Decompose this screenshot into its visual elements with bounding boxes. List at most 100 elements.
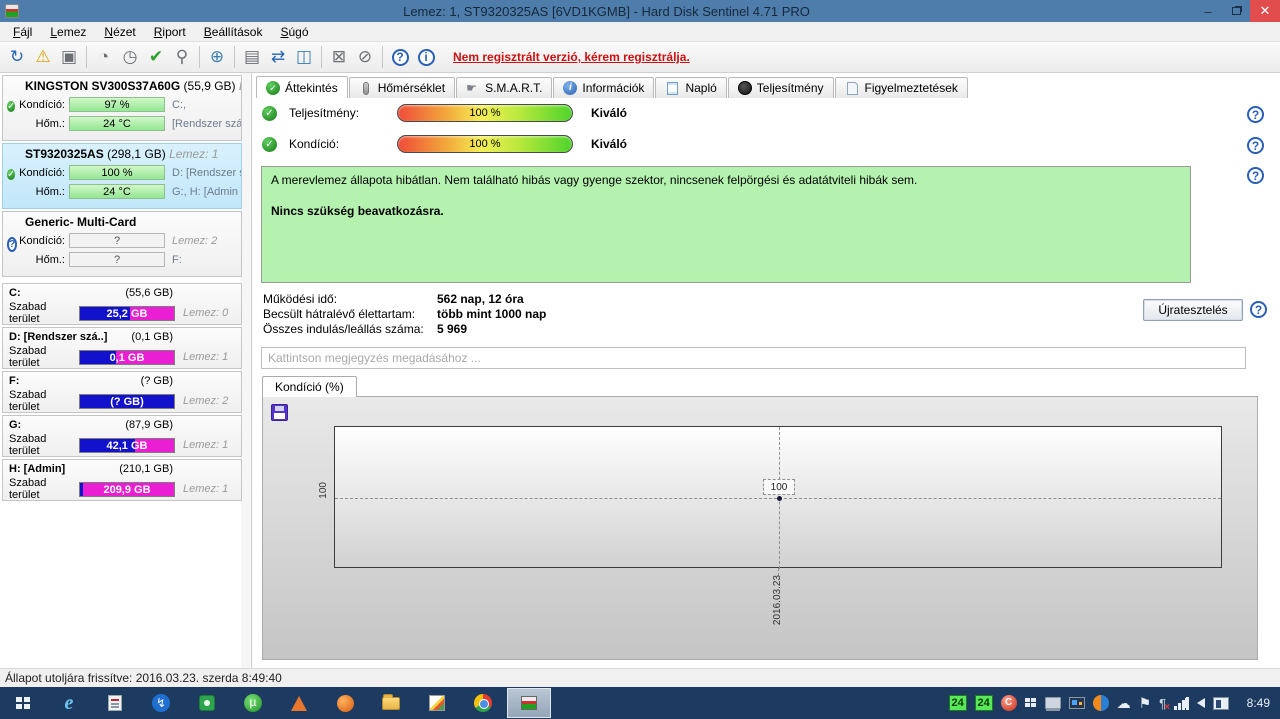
volume-list: D: [Rendszer s bbox=[172, 166, 241, 179]
disk-name: KINGSTON SV300S37A60G bbox=[25, 79, 181, 93]
help-icon[interactable]: ? bbox=[1247, 106, 1264, 123]
flag-tray-icon[interactable]: ⚑ bbox=[1139, 695, 1152, 711]
disk-search-icon[interactable]: ⚲ bbox=[169, 45, 195, 69]
taskbar-pdf-app[interactable] bbox=[92, 687, 138, 719]
display-settings-tray-icon[interactable] bbox=[1068, 697, 1085, 709]
taskbar-vlc[interactable] bbox=[276, 687, 322, 719]
taskbar-bolt-app[interactable]: ↯ bbox=[138, 687, 184, 719]
health-action-text: Nincs szükség beavatkozásra. bbox=[271, 204, 444, 218]
partition-size: (0,1 GB) bbox=[131, 331, 173, 343]
network-disk-icon[interactable]: ⊕ bbox=[204, 45, 230, 69]
menu-view[interactable]: Nézet bbox=[95, 23, 144, 41]
check-circle-icon: ✓ bbox=[262, 136, 277, 152]
taskbar: e ↯ µ 24 24 C ☁ ⚑ ¶ 8:49 bbox=[0, 687, 1280, 719]
taskbar-chrome[interactable] bbox=[460, 687, 506, 719]
disk-number-label: Lemez: 2 bbox=[172, 234, 218, 247]
vlc-cone-icon bbox=[291, 695, 307, 711]
menu-file[interactable]: Fájl bbox=[4, 23, 41, 41]
restore-button[interactable] bbox=[1222, 0, 1250, 22]
unregistered-notice[interactable]: Nem regisztrált verzió, kérem regisztrál… bbox=[453, 50, 690, 64]
health-status-box: A merevlemez állapota hibátlan. Nem talá… bbox=[261, 166, 1191, 283]
partition-item-c[interactable]: C: (55,6 GB) Szabad terület 25,2 GB Lemez: … bbox=[2, 283, 242, 325]
network-computer-icon[interactable]: ◫ bbox=[291, 45, 317, 69]
speaker-icon[interactable] bbox=[1184, 698, 1205, 708]
disk-item-kingston[interactable]: KINGSTON SV300S37A60G (55,9 GB) Lemez: 0… bbox=[2, 75, 242, 141]
partition-name: C: bbox=[9, 287, 21, 299]
monitor-tray-icon[interactable] bbox=[1044, 697, 1061, 709]
chart-tab-condition[interactable]: Kondíció (%) bbox=[262, 376, 357, 397]
menu-disk[interactable]: Lemez bbox=[41, 23, 95, 41]
disk-alert-icon[interactable]: ⚠ bbox=[30, 45, 56, 69]
taskbar-utorrent[interactable]: µ bbox=[230, 687, 276, 719]
disk-clock-icon[interactable]: ◷ bbox=[117, 45, 143, 69]
help-icon[interactable]: ? bbox=[1247, 137, 1264, 154]
free-space-bar: 209,9 GB bbox=[79, 481, 175, 497]
sync-icon[interactable]: ⇄ bbox=[265, 45, 291, 69]
partition-item-f[interactable]: F: (? GB) Szabad terület (? GB) Lemez: 2 bbox=[2, 371, 242, 413]
smart-hand-icon: ☛ bbox=[466, 81, 477, 95]
monitor-edit-icon[interactable]: ⊠ bbox=[326, 45, 352, 69]
partition-item-g[interactable]: G: (87,9 GB) Szabad terület 42,1 GB Lemez: … bbox=[2, 415, 242, 457]
partition-size: (210,1 GB) bbox=[119, 463, 173, 475]
data-point bbox=[777, 496, 782, 501]
tab-information[interactable]: i Információk bbox=[553, 77, 655, 98]
save-chart-icon[interactable] bbox=[271, 404, 288, 421]
performance-rating: Kiváló bbox=[591, 106, 628, 120]
help-icon[interactable]: ? bbox=[387, 45, 413, 69]
taskbar-capture-app[interactable] bbox=[184, 687, 230, 719]
start-button[interactable] bbox=[0, 687, 46, 719]
cloud-tray-icon[interactable]: ☁ bbox=[1117, 695, 1131, 711]
disk-item-st9320325as[interactable]: ST9320325AS (298,1 GB) Lemez: 1 ✓ Kondíc… bbox=[2, 143, 242, 209]
retest-button[interactable]: Újratesztelés bbox=[1143, 299, 1243, 321]
menu-help[interactable]: Súgó bbox=[271, 23, 317, 41]
windows-logo-icon bbox=[16, 696, 30, 710]
health-ok-icon: ✓ bbox=[7, 101, 16, 112]
tab-overview[interactable]: ✓ Áttekintés bbox=[256, 76, 348, 98]
disk-item-multicard[interactable]: Generic- Multi-Card ? Kondíció:? Lemez: 2… bbox=[2, 211, 242, 277]
taskbar-clock[interactable]: 8:49 bbox=[1247, 696, 1270, 710]
tab-temperature[interactable]: Hőmérséklet bbox=[348, 77, 456, 98]
hds-temp-tray-icon[interactable]: 24 bbox=[948, 695, 967, 711]
sidebar-scrollbar[interactable] bbox=[241, 73, 250, 668]
ccleaner-tray-icon[interactable]: C bbox=[1000, 695, 1017, 711]
menu-report[interactable]: Riport bbox=[145, 23, 195, 41]
tab-log[interactable]: Napló bbox=[655, 77, 727, 98]
partition-item-h[interactable]: H: [Admin] (210,1 GB) Szabad terület 209,9… bbox=[2, 459, 242, 501]
disk-window-icon[interactable]: ▣ bbox=[56, 45, 82, 69]
toolbar-separator bbox=[382, 46, 383, 68]
disk-name: Generic- Multi-Card bbox=[25, 215, 137, 229]
minimize-button[interactable]: – bbox=[1194, 0, 1222, 22]
taskbar-orange-app[interactable] bbox=[322, 687, 368, 719]
partition-size: (87,9 GB) bbox=[125, 419, 173, 431]
tab-performance[interactable]: Teljesítmény bbox=[727, 77, 834, 98]
notes-app-icon bbox=[429, 695, 445, 711]
tab-alerts[interactable]: Figyelmeztetések bbox=[834, 77, 968, 98]
orange-blue-tray-icon[interactable] bbox=[1092, 695, 1109, 711]
menu-settings[interactable]: Beállítások bbox=[195, 23, 272, 41]
keyboard-language-icon[interactable] bbox=[1212, 696, 1229, 710]
windows-tray-icon[interactable] bbox=[1024, 697, 1037, 709]
disk-number-label: Lemez: 1 bbox=[183, 351, 229, 363]
temperature-bar: 24 °C bbox=[69, 184, 165, 199]
tab-smart[interactable]: ☛ S.M.A.R.T. bbox=[456, 77, 553, 98]
partition-name: G: bbox=[9, 419, 22, 431]
partition-item-d[interactable]: D: [Rendszer szá..] (0,1 GB) Szabad terül… bbox=[2, 327, 242, 369]
utorrent-icon: µ bbox=[244, 694, 262, 712]
disk-check-icon[interactable]: ✔ bbox=[143, 45, 169, 69]
network-error-tray-icon[interactable]: ¶ bbox=[1159, 696, 1170, 713]
report-icon[interactable]: ▤ bbox=[239, 45, 265, 69]
refresh-icon[interactable]: ↻ bbox=[4, 45, 30, 69]
close-button[interactable]: ✕ bbox=[1250, 0, 1280, 22]
hds-temp-tray-icon[interactable]: 24 bbox=[974, 695, 993, 711]
partition-name: D: [Rendszer szá..] bbox=[9, 331, 108, 343]
taskbar-ie[interactable]: e bbox=[46, 687, 92, 719]
info-icon[interactable]: i bbox=[413, 45, 439, 69]
help-icon[interactable]: ? bbox=[1250, 301, 1267, 318]
comment-input[interactable] bbox=[261, 347, 1246, 369]
taskbar-notes-app[interactable] bbox=[414, 687, 460, 719]
sound-mute-icon[interactable]: ⊘ bbox=[352, 45, 378, 69]
disk-gauge-icon[interactable]: ◔ bbox=[91, 45, 117, 69]
help-icon[interactable]: ? bbox=[1247, 167, 1264, 184]
taskbar-explorer[interactable] bbox=[368, 687, 414, 719]
taskbar-hdsentinel-active[interactable] bbox=[506, 687, 552, 719]
